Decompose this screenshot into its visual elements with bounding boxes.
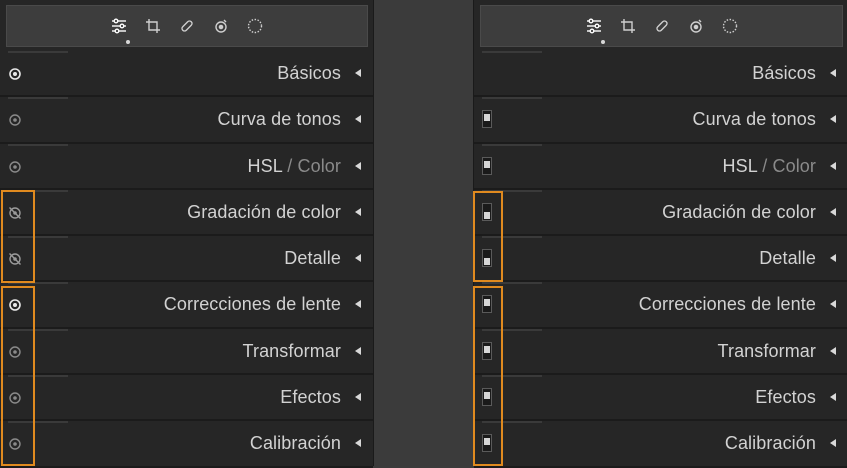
section-efectos[interactable]: Efectos [474, 375, 847, 422]
panel-switch-off-icon[interactable] [482, 202, 492, 221]
section-title: Correcciones de lente [638, 294, 816, 315]
section-transformar[interactable]: Transformar [474, 328, 847, 376]
section-curva-de-tonos[interactable]: Curva de tonos [474, 97, 847, 144]
visibility-eye-icon[interactable] [8, 391, 22, 405]
red-eye-icon[interactable] [212, 17, 230, 35]
tool-strip [480, 5, 843, 47]
edit-sliders-icon[interactable] [110, 17, 128, 35]
section-list: Básicos Curva de tonos HSL / Color Grada… [474, 51, 847, 468]
section-title: Básicos [277, 63, 341, 83]
section-title: Calibración [249, 433, 341, 454]
section-title: Efectos [755, 387, 816, 408]
visibility-eye-icon[interactable] [8, 113, 22, 127]
collapse-arrow-icon[interactable] [355, 393, 361, 402]
collapse-arrow-icon[interactable] [830, 115, 836, 124]
active-tool-indicator [601, 40, 605, 44]
title-hsl[interactable]: HSL [723, 156, 758, 176]
section-correcciones-de-lente[interactable]: Correcciones de lente [0, 282, 373, 329]
panel-switch-off-icon[interactable] [482, 249, 492, 268]
visibility-eye-icon[interactable] [8, 298, 22, 312]
title-separator: / [287, 155, 293, 176]
healing-bandage-icon[interactable] [178, 17, 196, 35]
section-hsl-color[interactable]: HSL / Color [474, 143, 847, 190]
collapse-arrow-icon[interactable] [355, 254, 361, 263]
collapse-arrow-icon[interactable] [355, 69, 361, 77]
section-title: Efectos [280, 387, 341, 408]
section-title: Correcciones de lente [163, 294, 341, 315]
panel-switch-on-icon[interactable] [482, 388, 492, 407]
masking-icon[interactable] [246, 17, 264, 35]
section-title: Transformar [242, 340, 341, 361]
visibility-eye-off-icon[interactable] [8, 206, 22, 220]
section-title: HSL / Color [723, 156, 817, 177]
crop-icon[interactable] [144, 17, 162, 35]
section-hsl-color[interactable]: HSL / Color [0, 143, 373, 190]
section-title: Calibración [724, 433, 816, 454]
collapse-arrow-icon[interactable] [830, 439, 836, 448]
panel-switch-on-icon[interactable] [482, 341, 492, 360]
right-develop-panel: Básicos Curva de tonos HSL / Color Grada… [473, 0, 847, 468]
section-title: Detalle [284, 248, 341, 269]
section-calibracion[interactable]: Calibración [0, 421, 373, 468]
collapse-arrow-icon[interactable] [830, 207, 836, 216]
section-calibracion[interactable]: Calibración [474, 421, 847, 468]
collapse-arrow-icon[interactable] [830, 346, 836, 355]
panel-switch-on-icon[interactable] [482, 156, 492, 175]
section-curva-de-tonos[interactable]: Curva de tonos [0, 97, 373, 144]
visibility-eye-icon[interactable] [8, 437, 22, 451]
edit-sliders-icon[interactable] [585, 17, 603, 35]
masking-icon[interactable] [721, 17, 739, 35]
panel-switch-on-icon[interactable] [482, 110, 492, 129]
collapse-arrow-icon[interactable] [830, 161, 836, 170]
section-title: Gradación de color [662, 201, 816, 222]
section-gradacion-de-color[interactable]: Gradación de color [0, 189, 373, 237]
section-gradacion-de-color[interactable]: Gradación de color [474, 189, 847, 237]
title-separator: / [762, 155, 768, 176]
section-efectos[interactable]: Efectos [0, 375, 373, 422]
visibility-eye-icon[interactable] [8, 67, 22, 81]
active-tool-indicator [126, 40, 130, 44]
section-basicos[interactable]: Básicos [474, 51, 847, 98]
visibility-eye-icon[interactable] [8, 345, 22, 359]
tool-strip [6, 5, 368, 47]
section-title: HSL / Color [248, 156, 342, 177]
collapse-arrow-icon[interactable] [355, 161, 361, 170]
collapse-arrow-icon[interactable] [830, 393, 836, 402]
crop-icon[interactable] [619, 17, 637, 35]
section-title: Curva de tonos [217, 109, 341, 130]
healing-bandage-icon[interactable] [653, 17, 671, 35]
section-detalle[interactable]: Detalle [0, 236, 373, 283]
section-list: Básicos Curva de tonos HSL / Color Grada… [0, 51, 373, 468]
visibility-eye-off-icon[interactable] [8, 252, 22, 266]
section-basicos[interactable]: Básicos [0, 51, 373, 98]
title-color[interactable]: Color [297, 156, 341, 176]
title-color[interactable]: Color [772, 156, 816, 176]
panel-switch-on-icon[interactable] [482, 295, 492, 314]
left-develop-panel: Básicos Curva de tonos HSL / Color Grada… [0, 0, 374, 468]
section-title: Detalle [759, 248, 816, 269]
collapse-arrow-icon[interactable] [830, 254, 836, 263]
collapse-arrow-icon[interactable] [355, 346, 361, 355]
title-hsl[interactable]: HSL [248, 156, 283, 176]
collapse-arrow-icon[interactable] [355, 115, 361, 124]
section-title: Curva de tonos [692, 109, 816, 130]
red-eye-icon[interactable] [687, 17, 705, 35]
section-detalle[interactable]: Detalle [474, 236, 847, 283]
collapse-arrow-icon[interactable] [355, 439, 361, 448]
visibility-eye-icon[interactable] [8, 160, 22, 174]
panel-switch-on-icon[interactable] [482, 434, 492, 453]
collapse-arrow-icon[interactable] [830, 300, 836, 309]
collapse-arrow-icon[interactable] [355, 300, 361, 309]
section-title: Básicos [752, 63, 816, 83]
section-title: Transformar [717, 340, 816, 361]
section-title: Gradación de color [187, 201, 341, 222]
section-transformar[interactable]: Transformar [0, 328, 373, 376]
collapse-arrow-icon[interactable] [355, 207, 361, 216]
section-correcciones-de-lente[interactable]: Correcciones de lente [474, 282, 847, 329]
collapse-arrow-icon[interactable] [830, 69, 836, 77]
